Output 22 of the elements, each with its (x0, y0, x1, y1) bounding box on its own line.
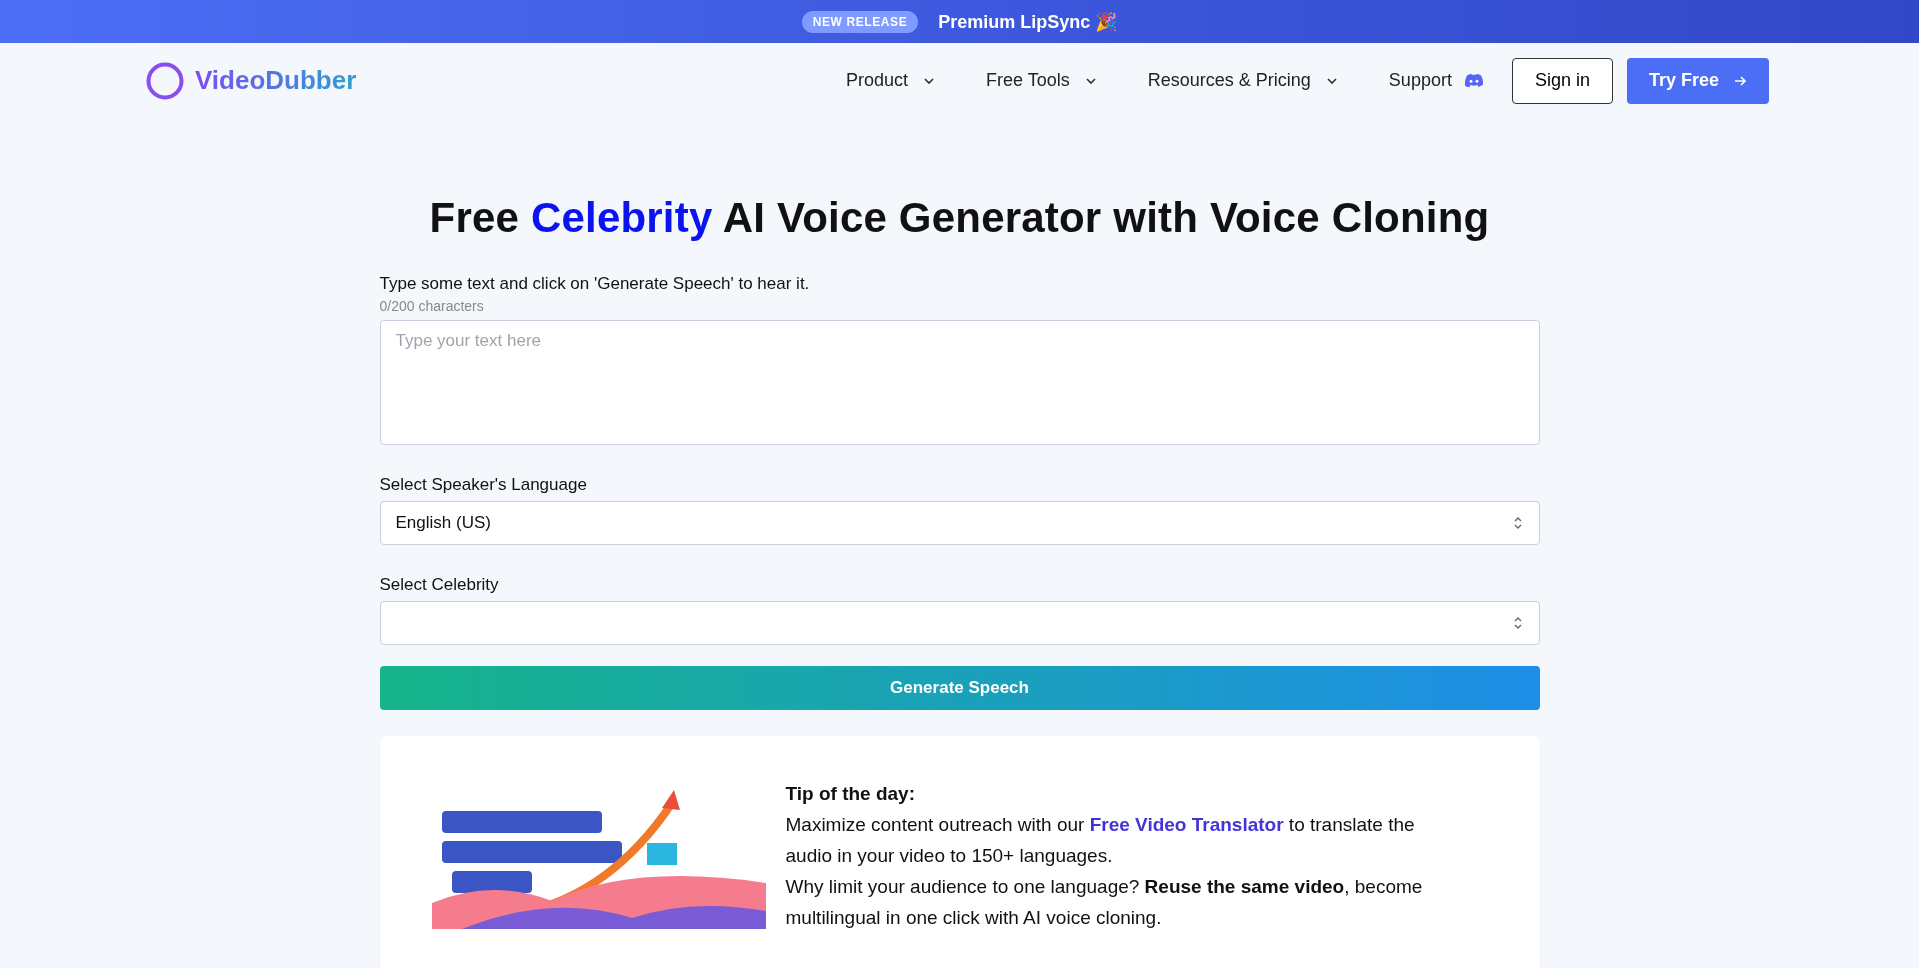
character-counter: 0/200 characters (379, 298, 485, 314)
ring-logo-icon[interactable] (145, 60, 185, 101)
nav-menu-item[interactable]: Support (1388, 70, 1484, 91)
discord-icon (1463, 72, 1484, 89)
tip-paragraph: Why limit your audience to one language? Reuse the same video, become multilingual in one click with AI voice cloning. (785, 875, 1424, 930)
nav-menu-item[interactable]: Product (846, 70, 937, 91)
announcement-link[interactable]: Premium LipSync 🎉 (938, 10, 1118, 33)
try-free-button[interactable]: Try Free (1626, 57, 1769, 104)
celebrity-label: Select Celebrity (379, 575, 500, 595)
sign-in-button[interactable]: Sign in (1511, 57, 1613, 104)
language-select[interactable]: English (US) (379, 501, 1540, 545)
nav-menu-item[interactable]: Resources & Pricing (1147, 70, 1339, 91)
tip-paragraph: Maximize content outreach with our Free Video Translator to translate the audio in your video to 150+ languages. (785, 813, 1416, 868)
tip-title: Tip of the day: (785, 782, 916, 806)
new-release-badge: NEW RELEASE (801, 10, 919, 33)
nav-menu-item[interactable]: Free Tools (986, 70, 1098, 91)
page-title: Free Celebrity AI Voice Generator with Voice Cloning (429, 194, 1490, 242)
free-video-translator-link[interactable]: Free Video Translator (1089, 814, 1284, 835)
language-label: Select Speaker's Language (379, 475, 588, 495)
instruction-label: Type some text and click on 'Generate Speech' to hear it. (379, 274, 811, 294)
text-input-field[interactable]: Type your text here (379, 320, 1540, 445)
arrow-right-icon (1733, 73, 1747, 88)
